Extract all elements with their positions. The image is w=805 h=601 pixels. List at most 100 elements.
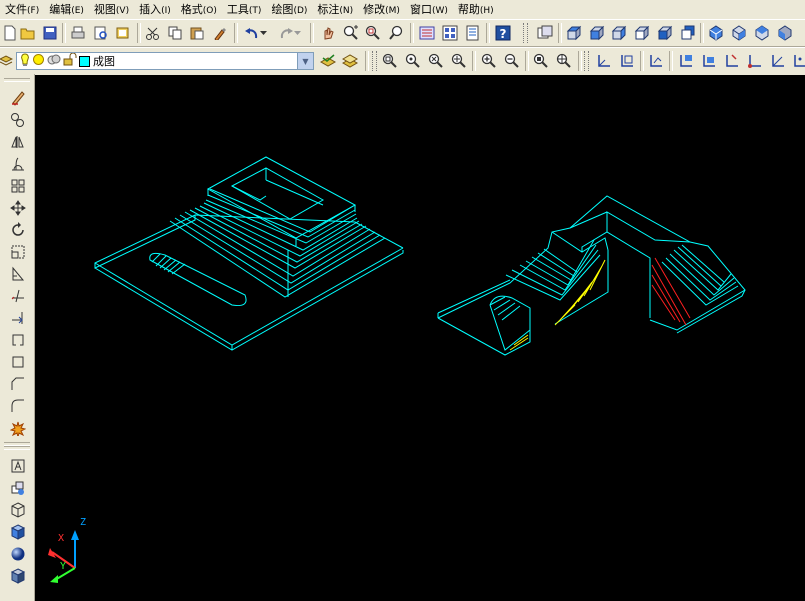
- layer-color-swatch: [79, 55, 90, 67]
- redo-dropdown-icon[interactable]: [292, 23, 304, 43]
- menu-file[interactable]: 文件(F): [0, 1, 44, 18]
- layers-toolbar: 成图 ▼: [0, 47, 805, 76]
- design-center-icon[interactable]: [440, 23, 460, 43]
- array-icon[interactable]: [7, 176, 28, 196]
- sw-iso-view-icon[interactable]: [706, 23, 726, 43]
- erase-icon[interactable]: [7, 88, 28, 108]
- save-icon[interactable]: [40, 23, 60, 43]
- properties-icon[interactable]: [417, 23, 437, 43]
- explode-icon[interactable]: [7, 418, 28, 438]
- svg-text:?: ?: [500, 27, 507, 41]
- zoom-out-icon[interactable]: [502, 51, 522, 71]
- 3point-ucs-icon[interactable]: [790, 51, 805, 71]
- layer-manager-icon[interactable]: [0, 51, 16, 71]
- move-icon[interactable]: [7, 198, 28, 218]
- layer-thaw-icon[interactable]: [32, 53, 45, 69]
- 3d-box-wire-icon[interactable]: [7, 500, 28, 520]
- paste-icon[interactable]: [187, 23, 207, 43]
- model-view: [48, 156, 746, 583]
- drawing-area[interactable]: Z X Y: [35, 75, 805, 601]
- menu-window[interactable]: 窗口(W): [405, 1, 453, 18]
- help-icon[interactable]: ?: [493, 23, 513, 43]
- menu-dimension[interactable]: 标注(N): [312, 1, 358, 18]
- zoom-window-2-icon[interactable]: [380, 51, 400, 71]
- publish-icon[interactable]: [113, 23, 133, 43]
- stretch-icon[interactable]: [7, 264, 28, 284]
- menu-help[interactable]: 帮助(H): [453, 1, 499, 18]
- 3d-sphere-icon[interactable]: [7, 544, 28, 564]
- se-iso-view-icon[interactable]: [729, 23, 749, 43]
- modify-toolbar: [0, 74, 35, 601]
- face-ucs-icon[interactable]: [699, 51, 719, 71]
- zoom-in-icon[interactable]: [479, 51, 499, 71]
- mirror-icon[interactable]: [7, 132, 28, 152]
- part-left-isometric: [94, 156, 404, 351]
- fillet-icon[interactable]: [7, 396, 28, 416]
- new-file-icon[interactable]: [0, 23, 20, 43]
- copy-object-icon[interactable]: [7, 110, 28, 130]
- menu-format[interactable]: 格式(O): [176, 1, 222, 18]
- zoom-scale-icon[interactable]: [426, 51, 446, 71]
- front-view-icon[interactable]: [655, 23, 675, 43]
- zoom-all-icon[interactable]: [531, 51, 551, 71]
- join-icon[interactable]: [7, 352, 28, 372]
- ne-iso-view-icon[interactable]: [752, 23, 772, 43]
- zoom-previous-icon[interactable]: [387, 23, 407, 43]
- chevron-down-icon[interactable]: ▼: [297, 53, 313, 69]
- standard-toolbar: ?: [0, 19, 805, 47]
- layer-previous-icon[interactable]: [340, 51, 360, 71]
- layer-dropdown[interactable]: 成图 ▼: [16, 52, 314, 70]
- menu-edit[interactable]: 编辑(E): [44, 1, 89, 18]
- object-ucs-icon[interactable]: [676, 51, 696, 71]
- zoom-dynamic-icon[interactable]: [403, 51, 423, 71]
- zoom-realtime-icon[interactable]: [341, 23, 361, 43]
- undo-dropdown-icon[interactable]: [258, 23, 270, 43]
- right-view-icon[interactable]: [632, 23, 652, 43]
- chamfer-icon[interactable]: [7, 374, 28, 394]
- ucs-previous-icon[interactable]: [617, 51, 637, 71]
- world-ucs-icon[interactable]: [646, 51, 666, 71]
- bottom-view-icon[interactable]: [587, 23, 607, 43]
- print-icon[interactable]: [68, 23, 88, 43]
- open-file-icon[interactable]: [18, 23, 38, 43]
- 3d-text-icon[interactable]: [7, 456, 28, 476]
- named-views-icon[interactable]: [535, 23, 555, 43]
- left-view-icon[interactable]: [609, 23, 629, 43]
- back-view-icon[interactable]: [678, 23, 698, 43]
- menu-insert[interactable]: 插入(I): [134, 1, 176, 18]
- match-properties-icon[interactable]: [210, 23, 230, 43]
- make-object-layer-current-icon[interactable]: [318, 51, 338, 71]
- top-view-icon[interactable]: [564, 23, 584, 43]
- 3d-shade-icon[interactable]: [7, 566, 28, 586]
- ucs-z-label: Z: [80, 517, 87, 528]
- menu-view[interactable]: 视图(V): [89, 1, 134, 18]
- rotate-icon[interactable]: [7, 220, 28, 240]
- layer-on-icon[interactable]: [20, 52, 30, 70]
- 3d-box-shaded-icon[interactable]: [7, 522, 28, 542]
- scale-icon[interactable]: [7, 242, 28, 262]
- origin-ucs-icon[interactable]: [745, 51, 765, 71]
- copy-icon[interactable]: [165, 23, 185, 43]
- 3d-views-icon[interactable]: [7, 478, 28, 498]
- z-axis-vector-ucs-icon[interactable]: [768, 51, 788, 71]
- break-icon[interactable]: [7, 330, 28, 350]
- menu-draw[interactable]: 绘图(D): [266, 1, 312, 18]
- offset-icon[interactable]: [7, 154, 28, 174]
- menu-tools[interactable]: 工具(T): [222, 1, 267, 18]
- view-ucs-icon[interactable]: [722, 51, 742, 71]
- trim-icon[interactable]: [7, 286, 28, 306]
- tool-palettes-icon[interactable]: [463, 23, 483, 43]
- cut-icon[interactable]: [143, 23, 163, 43]
- layer-viewport-icon[interactable]: [47, 53, 61, 69]
- menu-modify[interactable]: 修改(M): [358, 1, 405, 18]
- zoom-window-icon[interactable]: [363, 23, 383, 43]
- zoom-center-icon[interactable]: [449, 51, 469, 71]
- print-preview-icon[interactable]: [91, 23, 111, 43]
- extend-icon[interactable]: [7, 308, 28, 328]
- ucs-icon[interactable]: [594, 51, 614, 71]
- nw-iso-view-icon[interactable]: [775, 23, 795, 43]
- zoom-extents-icon[interactable]: [554, 51, 574, 71]
- layer-unlock-icon[interactable]: [63, 52, 77, 69]
- pan-realtime-icon[interactable]: [318, 23, 338, 43]
- layer-name: 成图: [93, 55, 115, 68]
